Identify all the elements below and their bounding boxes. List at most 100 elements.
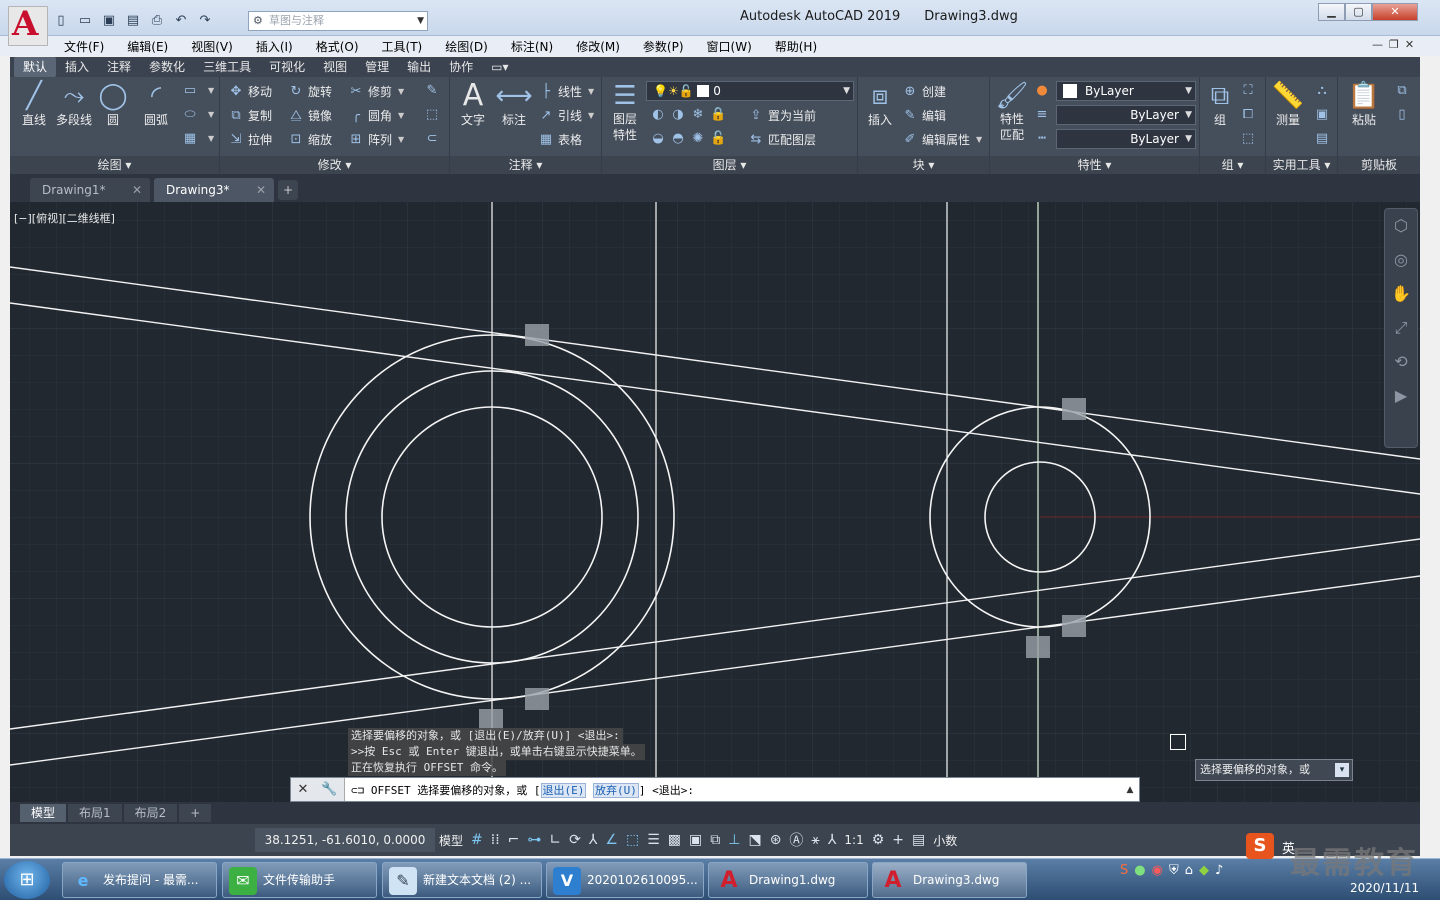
taskbar-item-ie[interactable]: e 发布提问 - 最需...	[62, 862, 217, 898]
close-button[interactable]: ✕	[1372, 3, 1418, 21]
viewcube-icon[interactable]: ⬡	[1385, 209, 1417, 243]
annotation-visibility-icon[interactable]: Ⓐ	[789, 830, 803, 850]
leader-button[interactable]: ↗ 引线 ▼	[538, 107, 595, 124]
wechat-tray-icon[interactable]: ●	[1134, 863, 1145, 878]
annotation-panel-title[interactable]: 注释 ▾	[450, 156, 601, 174]
tab-default[interactable]: 默认	[14, 57, 57, 77]
set-current-button[interactable]: ⇪ 置为当前	[748, 107, 816, 124]
lineweight-display-icon[interactable]: ☰	[647, 832, 660, 848]
units-icon[interactable]: ▤	[912, 832, 925, 848]
ortho-icon[interactable]: ∟	[549, 832, 561, 848]
close-icon[interactable]: ✕	[297, 782, 308, 797]
dimension-button[interactable]: ⟷ 标注	[494, 81, 534, 128]
trim-button[interactable]: ✂ 修剪 ▼	[348, 83, 405, 100]
tab-3d-tools[interactable]: 三维工具	[194, 57, 260, 77]
open-icon[interactable]: ▭	[76, 12, 94, 30]
copy-button[interactable]: ⧉ 复制	[228, 107, 272, 124]
chevron-up-icon[interactable]: ▲	[1121, 785, 1139, 795]
layers-panel-title[interactable]: 图层 ▾	[602, 156, 857, 174]
polyline-button[interactable]: ⤳ 多段线	[54, 81, 94, 128]
taskbar-item-drawing1[interactable]: A Drawing1.dwg	[708, 862, 868, 898]
hatch-button[interactable]: ▦ ▼	[182, 131, 214, 146]
layer-walk-icon[interactable]: ◓	[670, 131, 686, 146]
layer-freeze-icon[interactable]: ❄	[690, 107, 706, 122]
command-input[interactable]: ⊂⊐ OFFSET 选择要偏移的对象，或 [退出(E) 放弃(U)] <退出>:	[345, 782, 1121, 798]
new-icon[interactable]: ▯	[52, 12, 70, 30]
offset-button[interactable]: ⊂	[424, 131, 444, 146]
tangent-marker[interactable]	[1062, 398, 1086, 420]
block-panel-title[interactable]: 块 ▾	[858, 156, 989, 174]
linear-dim-button[interactable]: ├ 线性 ▼	[538, 83, 594, 100]
option-exit[interactable]: 退出(E)	[540, 782, 587, 798]
print-icon[interactable]: ⎙	[148, 12, 166, 30]
mirror-button[interactable]: ⧋ 镜像	[288, 107, 332, 124]
command-line[interactable]: ✕ 🔧 ⊂⊐ OFFSET 选择要偏移的对象，或 [退出(E) 放弃(U)] <…	[290, 777, 1140, 802]
circle-button[interactable]: ◯ 圆	[96, 81, 130, 128]
tab-output[interactable]: 输出	[398, 57, 440, 77]
linetype-dropdown[interactable]: ByLayer ▼	[1056, 129, 1196, 149]
layer-off-icon[interactable]: ◐	[650, 107, 666, 122]
stretch-button[interactable]: ⇲ 拉伸	[228, 131, 272, 148]
doc-restore-icon[interactable]: ❐	[1389, 38, 1399, 51]
menu-view[interactable]: 视图(V)	[191, 38, 233, 55]
infer-constraints-icon[interactable]: ⌐	[508, 832, 520, 848]
edit-attributes-button[interactable]: ✐ 编辑属性 ▼	[902, 131, 983, 148]
close-icon[interactable]: ✕	[256, 178, 266, 202]
group-button[interactable]: ⧉ 组	[1202, 81, 1238, 128]
redo-icon[interactable]: ↷	[196, 12, 214, 30]
menu-edit[interactable]: 编辑(E)	[127, 38, 168, 55]
group-select-icon[interactable]: ⬚	[1240, 131, 1256, 146]
groups-panel-title[interactable]: 组 ▾	[1200, 156, 1265, 174]
lock-marker[interactable]	[1026, 636, 1050, 658]
paste-button[interactable]: 📋 粘贴	[1344, 81, 1384, 128]
fillet-button[interactable]: ╭ 圆角 ▼	[348, 107, 404, 124]
polar-icon[interactable]: ⟳	[569, 832, 581, 848]
gizmo-icon[interactable]: ⊛	[770, 832, 782, 848]
doc-close-icon[interactable]: ✕	[1405, 38, 1414, 51]
tangent-marker[interactable]	[525, 688, 549, 710]
workspace-selector[interactable]: ⚙ 草图与注释 ▼	[248, 11, 428, 31]
tab-annotate[interactable]: 注释	[98, 57, 140, 77]
snap-icon[interactable]: ⁞⁞	[491, 832, 500, 848]
wrench-icon[interactable]: 🔧	[321, 782, 337, 797]
clock-date[interactable]: 2020/11/11	[1350, 881, 1419, 895]
tangent-marker[interactable]	[1062, 615, 1086, 637]
menu-help[interactable]: 帮助(H)	[775, 38, 817, 55]
menu-draw[interactable]: 绘图(D)	[445, 38, 488, 55]
lineweight-icon[interactable]: ≡	[1034, 107, 1050, 122]
calculator-icon[interactable]: ▤	[1314, 131, 1330, 146]
draw-panel-title[interactable]: 绘图 ▾	[10, 156, 219, 174]
orbit-icon[interactable]: ⟲	[1385, 345, 1417, 379]
layer-isolate-icon[interactable]: ◑	[670, 107, 686, 122]
minimize-button[interactable]: ▁	[1318, 3, 1345, 21]
menu-dimension[interactable]: 标注(N)	[511, 38, 553, 55]
3d-osnap-icon[interactable]: ⧉	[710, 832, 720, 848]
menu-window[interactable]: 窗口(W)	[707, 38, 752, 55]
tangent-marker[interactable]	[525, 324, 549, 346]
save-as-icon[interactable]: ▤	[124, 12, 142, 30]
network-icon[interactable]: ⌂	[1185, 863, 1193, 878]
copy-clip-icon[interactable]: ⧉	[1394, 83, 1410, 98]
color-wheel-icon[interactable]: ●	[1034, 83, 1050, 98]
pan-icon[interactable]: ✋	[1385, 277, 1417, 311]
weibo-icon[interactable]: ◉	[1152, 863, 1163, 878]
ellipse-button[interactable]: ⬭ ▼	[182, 107, 214, 122]
volume-icon[interactable]: ♪	[1215, 863, 1223, 878]
doc-tab-drawing3[interactable]: Drawing3* ✕	[154, 178, 274, 202]
tab-visualize[interactable]: 可视化	[260, 57, 314, 77]
tab-parametric[interactable]: 参数化	[140, 57, 194, 77]
modify-panel-title[interactable]: 修改 ▾	[220, 156, 449, 174]
annotation-scale-icon[interactable]: ⅄	[828, 832, 837, 848]
tab-manage[interactable]: 管理	[356, 57, 398, 77]
clipboard-panel-title[interactable]: 剪贴板	[1338, 156, 1420, 174]
option-undo[interactable]: 放弃(U)	[593, 782, 639, 798]
rectangle-button[interactable]: ▭ ▼	[182, 83, 214, 98]
doc-tab-drawing1[interactable]: Drawing1* ✕	[30, 178, 150, 202]
menu-file[interactable]: 文件(F)	[64, 38, 104, 55]
arrow-down-icon[interactable]: ▾	[1335, 763, 1349, 777]
model-space-button[interactable]: 模型	[439, 832, 463, 849]
object-snap-icon[interactable]: ⬚	[626, 832, 639, 848]
dynamic-input-icon[interactable]: ⊶	[527, 832, 541, 848]
viewport-controls[interactable]: [−][俯视][二维线框]	[14, 210, 115, 226]
tab-collaborate[interactable]: 协作	[440, 57, 482, 77]
